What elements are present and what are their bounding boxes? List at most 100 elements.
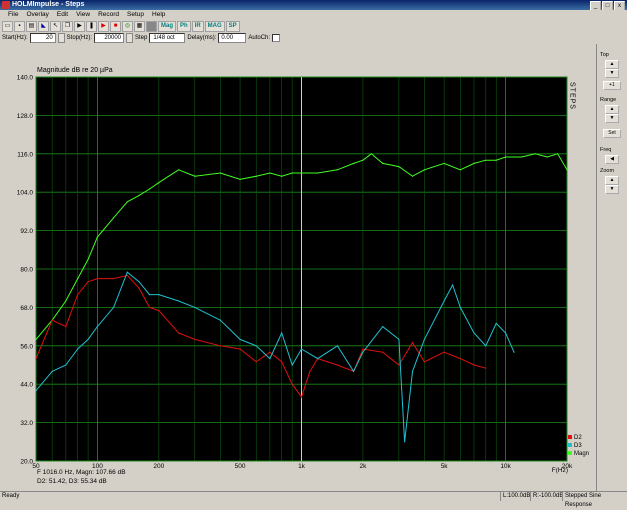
point-d2 (423, 361, 425, 363)
top-down-button[interactable]: ▼ (605, 69, 619, 78)
menu-help[interactable]: Help (148, 10, 169, 20)
point-magn (178, 169, 180, 171)
freq-left-button[interactable]: ◀ (605, 155, 619, 164)
point-magn (194, 175, 196, 177)
loop-icon[interactable]: ◎ (122, 20, 133, 32)
point-d2 (148, 306, 151, 308)
x-tick-label: 5k (441, 463, 449, 470)
point-d3 (87, 338, 89, 340)
point-d2 (194, 338, 196, 340)
point-d3 (138, 281, 140, 283)
point-d3 (96, 326, 98, 328)
top-fit-button[interactable]: +1 (603, 81, 621, 90)
range-up-button[interactable]: ▲ (605, 105, 619, 114)
x-tick-label: 10k (500, 463, 511, 470)
legend-swatch (568, 435, 572, 439)
menu-overlay[interactable]: Overlay (22, 10, 52, 20)
stop-spinner[interactable] (126, 33, 134, 43)
set-button[interactable]: Set (603, 129, 621, 138)
point-d3 (269, 358, 271, 360)
top-up-button[interactable]: ▲ (605, 60, 619, 69)
x-tick-label: 500 (235, 463, 246, 470)
point-d2 (87, 281, 89, 283)
gray-icon[interactable] (146, 20, 157, 32)
ir-button[interactable]: IR (191, 20, 204, 32)
range-down-button[interactable]: ▼ (605, 114, 619, 123)
point-d2 (269, 351, 271, 353)
point-magn (411, 175, 414, 177)
stop-icon[interactable]: ■ (110, 20, 121, 32)
point-magn (398, 166, 400, 168)
play-icon[interactable]: ▶ (74, 20, 85, 32)
point-magn (281, 175, 283, 177)
chart[interactable]: Magnitude dB re 20 µPa 140.0 128.0 116.0 10… (0, 44, 596, 491)
legend-swatch (568, 451, 572, 455)
point-magn (370, 153, 372, 155)
grid-icon[interactable]: ▦ (134, 20, 145, 32)
pause-icon[interactable]: ❚ (86, 20, 97, 32)
range-label: Range (600, 97, 617, 103)
step-select[interactable]: 1/48 oct (149, 33, 186, 43)
point-d3 (194, 306, 196, 308)
x-tick-label: 2k (359, 463, 367, 470)
save-icon[interactable]: ▪ (14, 20, 25, 32)
point-magn (269, 172, 271, 174)
print-icon[interactable]: ▤ (26, 20, 37, 32)
marker-icon[interactable]: ◣ (38, 20, 49, 32)
point-d3 (362, 351, 364, 353)
delay-label: Delay(ms): (187, 35, 217, 41)
point-d2 (255, 361, 257, 363)
point-d3 (126, 271, 128, 273)
zoom-out-button[interactable]: ▼ (605, 185, 619, 194)
point-d3 (255, 345, 257, 347)
phase-button[interactable]: Ph (177, 20, 191, 32)
y-tick-label: 104.0 (17, 190, 34, 197)
menu-setup[interactable]: Setup (123, 10, 148, 20)
point-magn (291, 172, 293, 174)
point-d3 (473, 332, 475, 334)
right-panel: Top ▲ ▼ +1 Range ▲ ▼ Set Freq ◀ Zoom ▲ ▼ (596, 44, 627, 491)
freq-label: Freq (600, 147, 612, 153)
point-d3 (148, 294, 151, 296)
title-bar: HOLMImpulse - Steps _ □ x (0, 0, 627, 11)
point-d2 (178, 332, 180, 334)
menu-view[interactable]: View (72, 10, 94, 20)
point-d3 (382, 326, 384, 328)
point-d2 (281, 361, 283, 363)
point-d2 (113, 278, 115, 280)
menu-file[interactable]: File (4, 10, 22, 20)
y-tick-label: 80.0 (20, 267, 33, 274)
point-d3 (513, 351, 515, 353)
start-spinner[interactable] (57, 33, 65, 43)
mag-button[interactable]: Mag (158, 20, 176, 32)
point-d2 (219, 345, 221, 347)
record-icon[interactable]: ▶ (98, 20, 109, 32)
delay-input[interactable]: 0.00 (218, 33, 247, 43)
copy-icon[interactable]: ❐ (62, 20, 73, 32)
point-d2 (291, 383, 293, 385)
point-d2 (473, 364, 475, 366)
point-magn (255, 175, 257, 177)
x-tick-label: 1k (298, 463, 306, 470)
zoom-in-button[interactable]: ▲ (605, 176, 619, 185)
y-tick-label: 56.0 (20, 343, 33, 350)
point-magn (126, 201, 128, 203)
point-magn (485, 159, 487, 161)
autoch-checkbox[interactable] (272, 34, 281, 42)
zoom-label: Zoom (600, 168, 615, 174)
point-magn (219, 172, 221, 174)
menu-edit[interactable]: Edit (53, 10, 72, 20)
open-icon[interactable]: ▭ (2, 20, 13, 32)
mag2-button[interactable]: MAG (204, 20, 225, 32)
point-magn (546, 156, 548, 158)
sp-button[interactable]: SP (225, 20, 240, 32)
cursor-icon[interactable]: ↖ (50, 20, 61, 32)
point-d2 (51, 319, 53, 321)
point-d2 (362, 348, 364, 350)
point-d3 (219, 319, 221, 321)
menu-record[interactable]: Record (94, 10, 123, 20)
start-input[interactable]: 20 (29, 33, 56, 43)
cursor-readout-2: D2: 51.42, D3: 55.34 dB (37, 478, 107, 485)
stop-input[interactable]: 20000 (94, 33, 125, 43)
y-tick-label: 116.0 (17, 151, 33, 158)
